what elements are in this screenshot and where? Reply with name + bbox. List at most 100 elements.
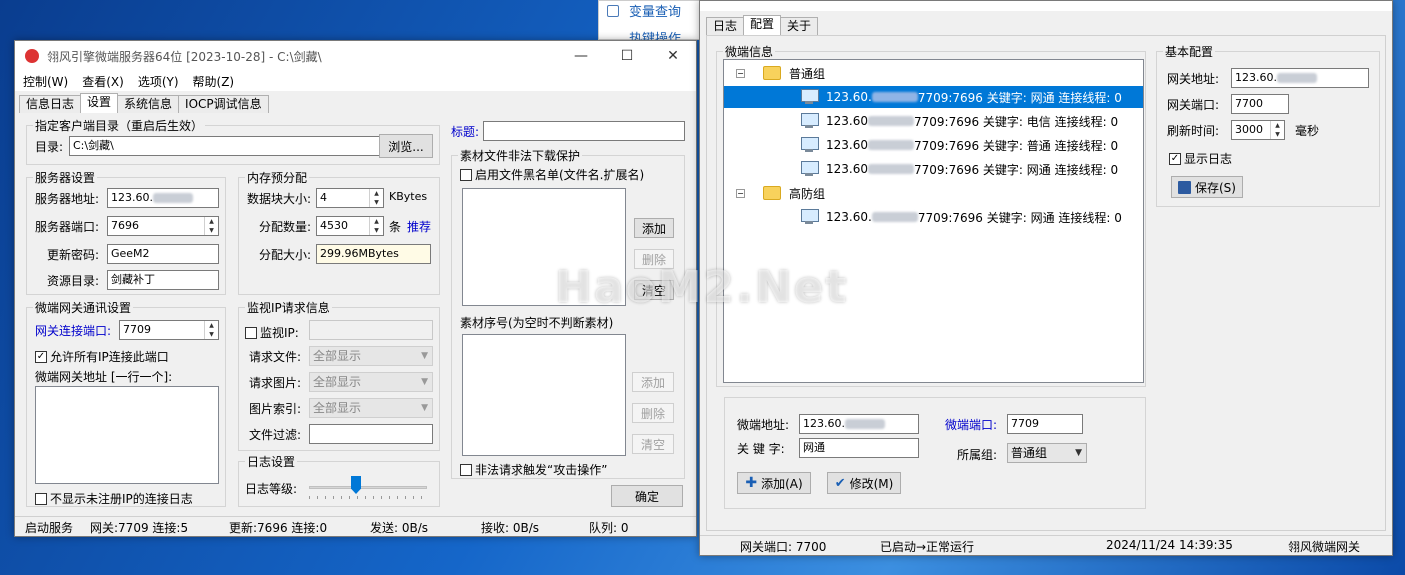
tree-group-normal[interactable]: − 普通组 [724, 62, 1143, 84]
menu-control[interactable]: 控制(W) [23, 73, 68, 90]
monitor-ip-checkbox[interactable]: 监视IP: [245, 324, 299, 341]
req-img-label: 请求图片: [249, 376, 302, 390]
tree-item[interactable]: 123.60. 7709:7696 关键字: 网通 连接线程: 0 [724, 206, 1143, 228]
tree-item[interactable]: 123.60 7709:7696 关键字: 普通 连接线程: 0 [724, 134, 1143, 156]
alloc-count-input[interactable]: 4530 ▲ ▼ [316, 216, 384, 236]
belong-group-select[interactable]: 普通组 ▼ [1007, 443, 1087, 463]
block-size-input[interactable]: 4 ▲ ▼ [316, 188, 384, 208]
tab-bar: 信息日志 设置 系统信息 IOCP调试信息 [19, 93, 269, 113]
gw-port-spinner[interactable]: ▲ ▼ [204, 321, 218, 339]
computer-icon [800, 89, 819, 105]
computer-icon [800, 161, 819, 177]
status-gateway: 网关:7709 连接:5 [90, 521, 189, 535]
req-img-select[interactable]: 全部显示 ▼ [309, 372, 433, 392]
title-input[interactable] [483, 121, 685, 141]
tab-iocp-debug[interactable]: IOCP调试信息 [178, 95, 269, 113]
gw-addr-input[interactable]: 123.60. [1231, 68, 1369, 88]
computer-icon [800, 113, 819, 129]
log-level-slider-thumb[interactable] [351, 476, 361, 494]
req-file-select[interactable]: 全部显示 ▼ [309, 346, 433, 366]
client-tree[interactable]: − 普通组 123.60. 7709:7696 关键字: 网通 连接线程: 0 12… [723, 59, 1144, 383]
tab-log[interactable]: 日志 [706, 17, 745, 35]
show-log-check-icon: ✓ [1169, 152, 1181, 165]
save-button[interactable]: 保存(S) [1171, 176, 1243, 198]
refresh-spinner[interactable]: ▲ ▼ [1270, 121, 1284, 139]
menu-options[interactable]: 选项(Y) [138, 73, 179, 90]
dir-input[interactable]: C:\剑藏\ [69, 136, 384, 156]
modify-client-button[interactable]: ✔ 修改(M) [827, 472, 901, 494]
hide-unregistered-checkbox[interactable]: 不显示未注册IP的连接日志 [35, 490, 193, 507]
tree-item[interactable]: 123.60 7709:7696 关键字: 电信 连接线程: 0 [724, 110, 1143, 132]
tab-system-info[interactable]: 系统信息 [117, 95, 180, 113]
attack-trigger-box [460, 463, 472, 476]
seq-clear-button[interactable]: 清空 [632, 434, 674, 454]
seq-list[interactable] [462, 334, 626, 456]
tab-about[interactable]: 关于 [780, 17, 819, 35]
title-bar[interactable]: 翎风引擎微端服务器64位 [2023-10-28] - C:\剑藏\ — ☐ ✕ [15, 41, 696, 71]
block-size-unit: KBytes [389, 190, 428, 203]
gw-port-input[interactable]: 7709 ▲ ▼ [119, 320, 219, 340]
client-dir-group: 指定客户端目录（重启后生效） 目录: C:\剑藏\ 浏览... [26, 117, 440, 165]
tree-item[interactable]: 123.60. 7709:7696 关键字: 网通 连接线程: 0 [724, 86, 1143, 108]
ok-button[interactable]: 确定 [611, 485, 683, 507]
update-pwd-input[interactable]: GeeM2 [107, 244, 219, 264]
variable-query-icon [607, 5, 619, 17]
status-update: 更新:7696 连接:0 [229, 521, 328, 535]
keyword-input[interactable]: 网通 [799, 438, 919, 458]
tab-settings[interactable]: 设置 [80, 93, 119, 113]
monitor-ip-label: 监视IP: [260, 326, 299, 340]
save-icon [1178, 180, 1191, 194]
collapse-icon[interactable]: − [736, 68, 745, 78]
file-filter-input[interactable] [309, 424, 433, 444]
blacklist-checkbox[interactable]: 启用文件黑名单(文件名.扩展名) [460, 166, 644, 183]
tree-item[interactable]: 123.60 7709:7696 关键字: 网通 连接线程: 0 [724, 158, 1143, 180]
chevron-down-icon: ▼ [421, 377, 428, 387]
allow-all-ip-checkbox[interactable]: ✓ 允许所有IP连接此端口 [35, 348, 169, 365]
show-log-checkbox[interactable]: ✓ 显示日志 [1169, 150, 1232, 167]
alloc-count-label: 分配数量: [259, 220, 312, 234]
res-dir-input[interactable]: 剑藏补丁 [107, 270, 219, 290]
img-index-select[interactable]: 全部显示 ▼ [309, 398, 433, 418]
monitor-ip-input[interactable] [309, 320, 433, 340]
mc-addr-input[interactable]: 123.60. [799, 414, 919, 434]
belong-group-label: 所属组: [957, 448, 998, 462]
status-gw-port: 网关端口: 7700 [740, 540, 827, 554]
close-button[interactable]: ✕ [650, 41, 696, 71]
server-port-input[interactable]: 7696 ▲ ▼ [107, 216, 219, 236]
browse-button[interactable]: 浏览... [379, 134, 433, 158]
res-dir-label: 资源目录: [47, 274, 100, 288]
collapse-icon[interactable]: − [736, 188, 745, 198]
server-port-spinner[interactable]: ▲ ▼ [204, 217, 218, 235]
seq-delete-button[interactable]: 删除 [632, 403, 674, 423]
gw-addr-list[interactable] [35, 386, 219, 484]
download-protect-group: 素材文件非法下载保护 启用文件黑名单(文件名.扩展名) 添加 删除 清空 素材序… [451, 147, 685, 479]
seq-add-button[interactable]: 添加 [632, 372, 674, 392]
menu-help[interactable]: 帮助(Z) [193, 73, 235, 90]
minimize-button[interactable]: — [558, 41, 604, 71]
plus-icon: ✚ [745, 475, 758, 491]
variable-query-link[interactable]: 变量查询 [629, 1, 681, 20]
server-addr-input[interactable]: 123.60. [107, 188, 219, 208]
menu-view[interactable]: 查看(X) [82, 73, 124, 90]
blacklist-label: 启用文件黑名单(文件名.扩展名) [475, 168, 645, 182]
alloc-count-unit: 条 [389, 220, 402, 234]
recommend-link[interactable]: 推荐 [407, 218, 431, 235]
add-client-button[interactable]: ✚ 添加(A) [737, 472, 811, 494]
refresh-input[interactable]: 3000 ▲ ▼ [1231, 120, 1285, 140]
tab-config[interactable]: 配置 [743, 15, 782, 35]
mc-port-input[interactable]: 7709 [1007, 414, 1083, 434]
attack-trigger-checkbox[interactable]: 非法请求触发“攻击操作” [460, 461, 607, 478]
tab-info-log[interactable]: 信息日志 [19, 95, 82, 113]
download-protect-title: 素材文件非法下载保护 [458, 147, 583, 164]
app-icon [25, 49, 39, 63]
blacklist-add-button[interactable]: 添加 [634, 218, 674, 238]
tree-group-high-defense[interactable]: − 高防组 [724, 182, 1143, 204]
maximize-button[interactable]: ☐ [604, 41, 650, 71]
gateway-title-strip[interactable] [700, 1, 1392, 11]
status-running: 已启动→正常运行 [880, 540, 975, 554]
block-size-spinner[interactable]: ▲ ▼ [369, 189, 383, 207]
alloc-count-spinner[interactable]: ▲ ▼ [369, 217, 383, 235]
update-pwd-label: 更新密码: [47, 248, 100, 262]
blacklist-box [460, 168, 472, 181]
gw-port-input[interactable]: 7700 [1231, 94, 1289, 114]
